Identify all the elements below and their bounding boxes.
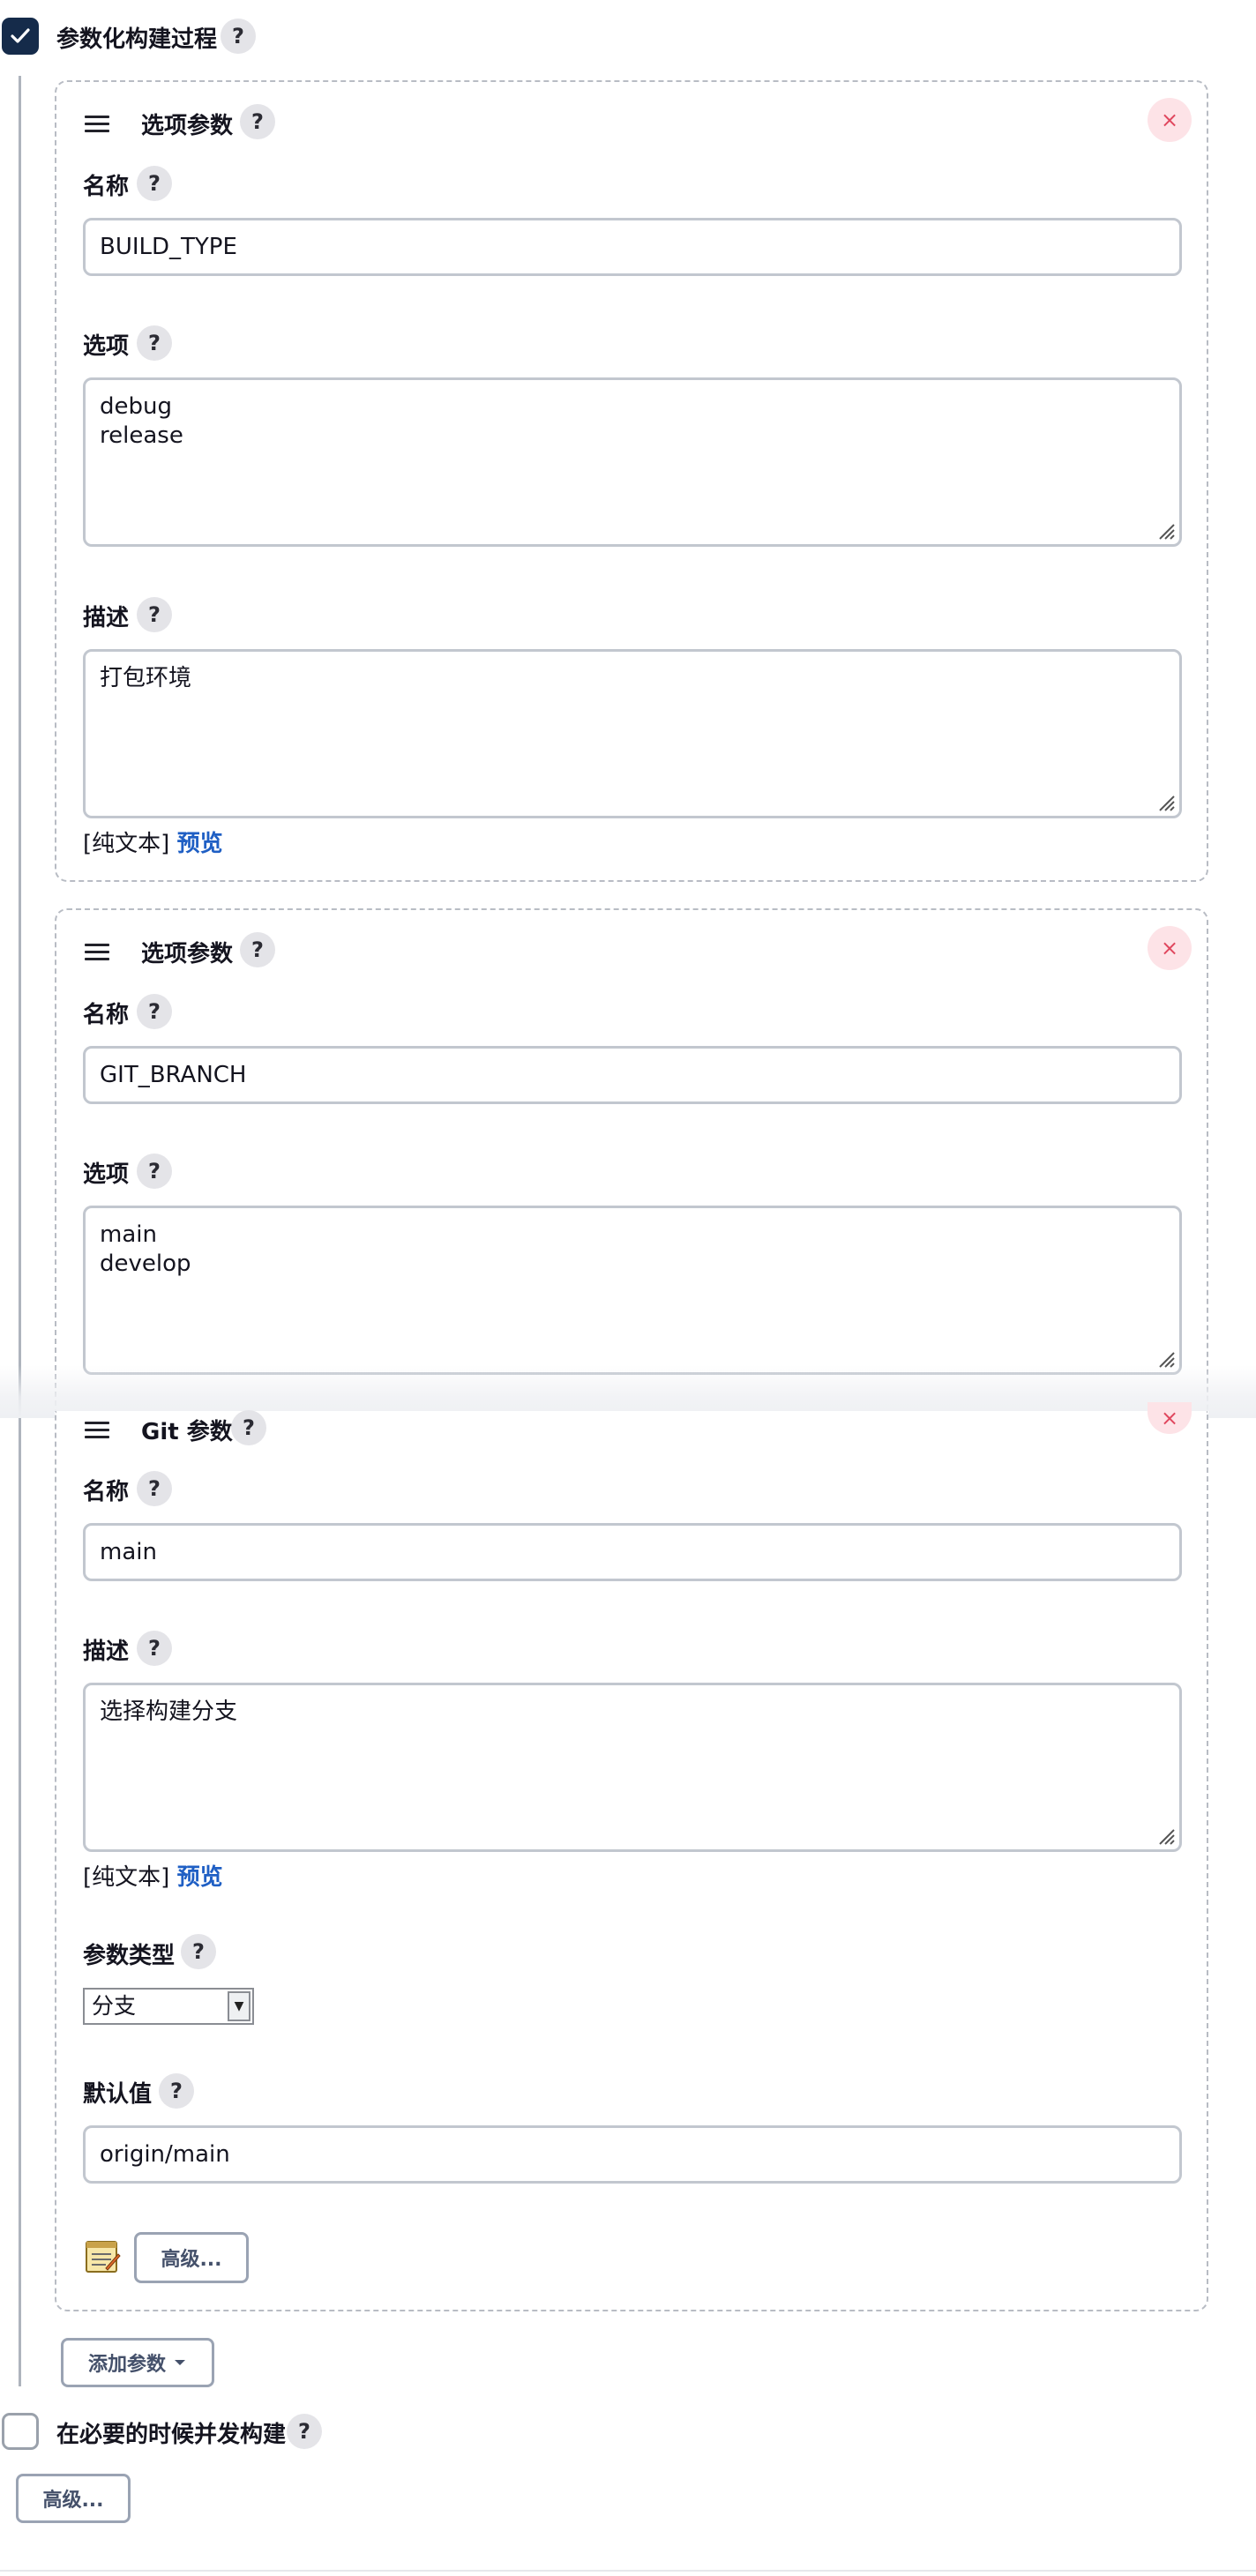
caret-down-icon[interactable]: ▼	[228, 1991, 250, 2021]
choices-textarea[interactable]: main develop	[83, 1206, 1182, 1375]
close-icon[interactable]: ×	[1148, 926, 1192, 970]
parameter-type-select[interactable]: 分支 ▼	[83, 1988, 254, 2025]
help-icon[interactable]: ?	[137, 994, 172, 1029]
drag-handle-icon[interactable]	[85, 944, 109, 965]
parameterized-build-checkbox[interactable]	[2, 18, 39, 55]
help-icon[interactable]: ?	[137, 325, 172, 361]
name-label: 名称	[83, 1002, 130, 1028]
choices-label: 选项	[83, 1161, 130, 1188]
caret-down-icon	[175, 2360, 185, 2365]
format-hint: [纯文本] 预览	[83, 825, 223, 858]
concurrent-build-label: 在必要的时候并发构建	[56, 2422, 287, 2448]
resize-grip-icon[interactable]	[1156, 793, 1176, 812]
description-textarea[interactable]: 选择构建分支	[83, 1683, 1182, 1852]
help-icon[interactable]: ?	[137, 1154, 172, 1189]
check-icon	[11, 28, 30, 43]
sticky-overlap-band	[0, 1365, 1256, 1418]
choices-textarea[interactable]: debug release	[83, 377, 1182, 547]
choice-line: develop	[100, 1251, 191, 1277]
description-textarea[interactable]: 打包环境	[83, 649, 1182, 818]
plain-text-label: [纯文本]	[83, 1864, 170, 1891]
add-parameter-label: 添加参数	[87, 2354, 166, 2376]
help-icon[interactable]: ?	[287, 2414, 322, 2449]
help-icon[interactable]: ?	[137, 597, 172, 632]
section-divider-line	[19, 76, 21, 2386]
default-value-label: 默认值	[83, 2081, 153, 2108]
name-input[interactable]: GIT_BRANCH	[83, 1046, 1182, 1104]
description-label: 描述	[83, 605, 130, 631]
choice-line: release	[100, 422, 183, 449]
name-input[interactable]: BUILD_TYPE	[83, 218, 1182, 276]
advanced-button[interactable]: 高级...	[16, 2474, 131, 2523]
parameter-type-value: 分支	[92, 1993, 137, 2019]
help-icon[interactable]: ?	[240, 104, 275, 139]
card-type-label: 选项参数	[141, 113, 234, 139]
description-label: 描述	[83, 1639, 130, 1665]
name-input[interactable]: main	[83, 1523, 1182, 1581]
format-hint: [纯文本] 预览	[83, 1859, 223, 1892]
choice-line: debug	[100, 393, 172, 420]
choices-label: 选项	[83, 333, 130, 360]
resize-grip-icon[interactable]	[1156, 521, 1176, 541]
help-icon[interactable]: ?	[231, 1410, 266, 1445]
parameterized-build-label: 参数化构建过程	[56, 26, 218, 53]
close-icon[interactable]: ×	[1148, 98, 1192, 142]
preview-link[interactable]: 预览	[177, 1864, 223, 1891]
help-icon[interactable]: ?	[137, 1471, 172, 1506]
preview-link[interactable]: 预览	[177, 831, 223, 857]
notepad-icon[interactable]	[83, 2236, 122, 2275]
choice-line: main	[100, 1221, 157, 1248]
help-icon[interactable]: ?	[221, 19, 256, 54]
add-parameter-button[interactable]: 添加参数	[61, 2338, 214, 2387]
help-icon[interactable]: ?	[137, 1631, 172, 1666]
card-advanced-button[interactable]: 高级...	[134, 2232, 249, 2283]
help-icon[interactable]: ?	[159, 2073, 194, 2109]
drag-handle-icon[interactable]	[85, 1422, 109, 1443]
default-value-input[interactable]: origin/main	[83, 2125, 1182, 2184]
card-type-label: 选项参数	[141, 941, 234, 967]
plain-text-label: [纯文本]	[83, 831, 170, 857]
help-icon[interactable]: ?	[240, 932, 275, 967]
card-type-label: Git 参数	[141, 1419, 233, 1445]
name-label: 名称	[83, 174, 130, 200]
name-label: 名称	[83, 1479, 130, 1505]
drag-handle-icon[interactable]	[85, 116, 109, 137]
parameter-type-label: 参数类型	[83, 1943, 176, 1969]
bottom-divider	[0, 2570, 1256, 2572]
help-icon[interactable]: ?	[181, 1934, 216, 1969]
resize-grip-icon[interactable]	[1156, 1826, 1176, 1846]
concurrent-build-checkbox[interactable]	[2, 2413, 39, 2450]
help-icon[interactable]: ?	[137, 166, 172, 201]
